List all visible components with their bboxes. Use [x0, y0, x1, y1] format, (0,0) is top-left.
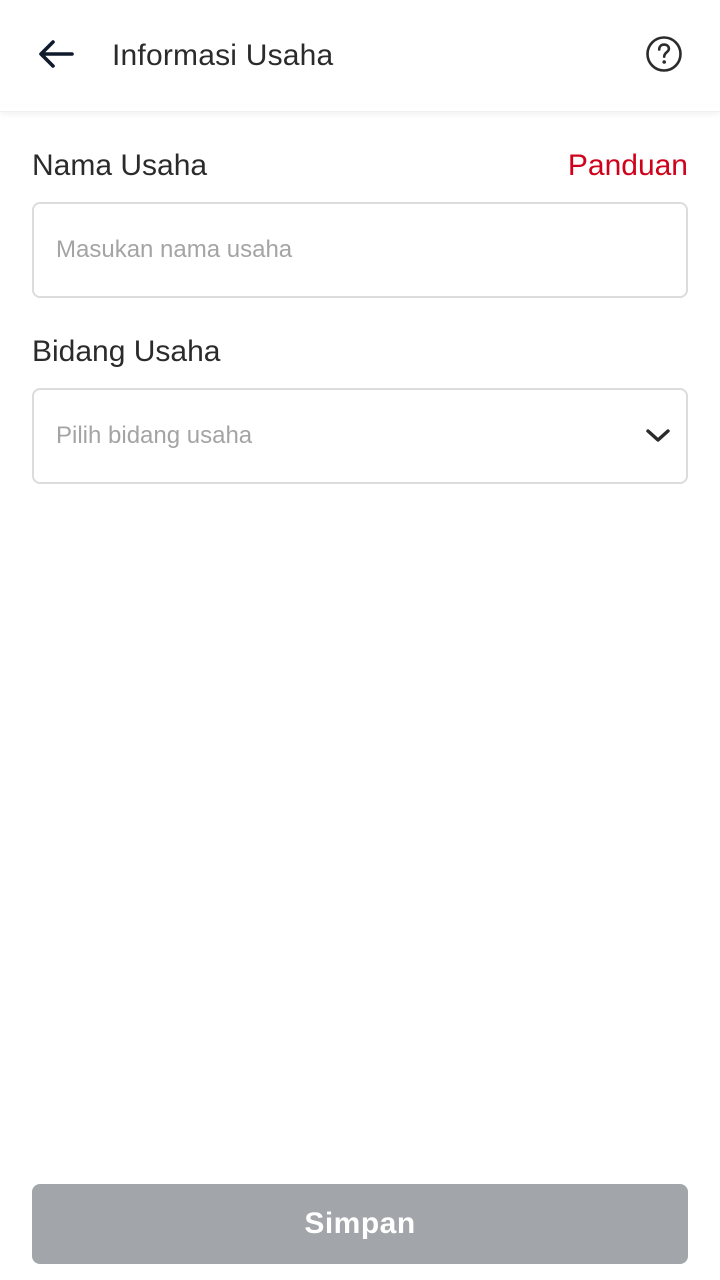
panduan-link[interactable]: Panduan — [568, 146, 688, 186]
app-bar: Informasi Usaha — [0, 0, 720, 112]
bidang-usaha-label: Bidang Usaha — [32, 335, 221, 368]
chevron-down-icon — [644, 422, 672, 450]
back-button[interactable] — [28, 28, 84, 84]
informasi-usaha-screen: Informasi Usaha Nama Usaha Panduan Bidan… — [0, 0, 720, 1280]
save-button[interactable]: Simpan — [32, 1184, 688, 1264]
help-button[interactable] — [636, 28, 692, 84]
question-circle-icon — [645, 35, 683, 78]
arrow-left-icon — [38, 39, 74, 74]
page-title: Informasi Usaha — [112, 39, 334, 72]
bidang-usaha-select[interactable]: Pilih bidang usaha — [32, 388, 688, 484]
bidang-usaha-placeholder: Pilih bidang usaha — [56, 422, 253, 449]
nama-usaha-label: Nama Usaha — [32, 149, 208, 182]
nama-usaha-input[interactable] — [32, 202, 688, 298]
